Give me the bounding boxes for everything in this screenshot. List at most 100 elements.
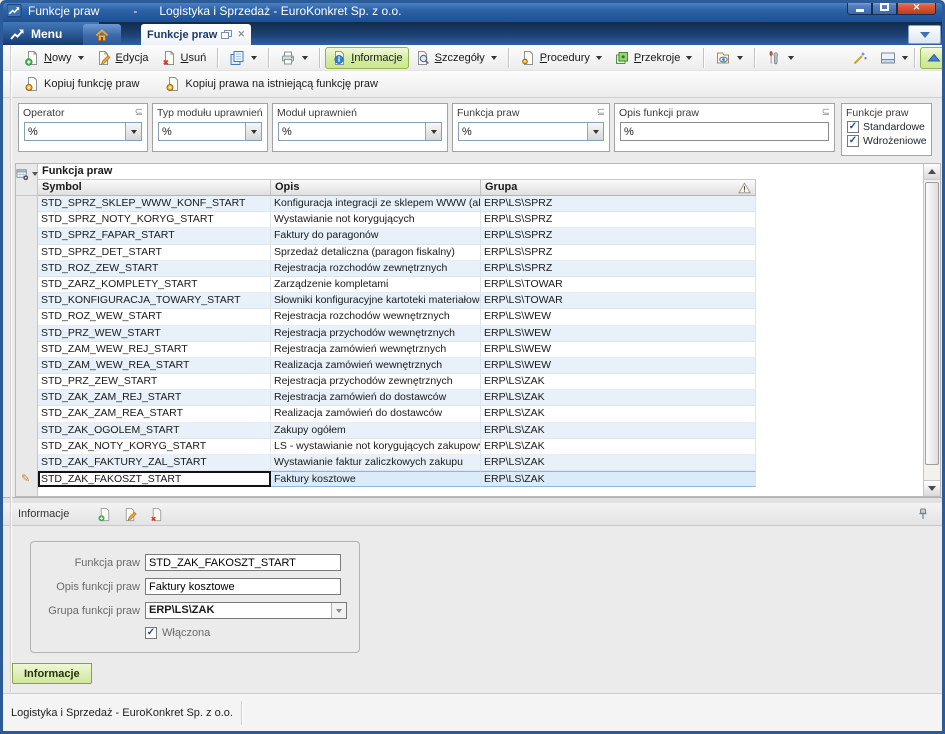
dropdown-button[interactable] xyxy=(125,123,141,140)
cell-opis[interactable]: Realizacja zamówień wewnętrznych xyxy=(271,357,481,375)
table-row[interactable]: STD_ZAM_WEW_REA_START Realizacja zamówień… xyxy=(38,357,756,375)
cell-grupa[interactable]: ERP\LS\SPRZ xyxy=(481,196,756,213)
table-row[interactable]: STD_SPRZ_NOTY_KORYG_START Wystawianie not… xyxy=(38,212,756,229)
condition-icon[interactable]: ⊆ xyxy=(597,107,605,117)
chevron-down-icon[interactable] xyxy=(490,55,497,60)
cell-symbol[interactable]: STD_SPRZ_SKLEP_WWW_KONF_START xyxy=(38,196,271,213)
home-tab[interactable] xyxy=(83,24,121,45)
table-row[interactable]: STD_ZAK_ZAM_REA_START Realizacja zamówień… xyxy=(38,406,756,423)
function-filter-combo[interactable]: % xyxy=(458,122,604,141)
filter-checkbox-wdrożeniowe[interactable]: Wdrożeniowe xyxy=(842,133,931,147)
tools-button[interactable] xyxy=(760,47,800,69)
dropdown-button[interactable] xyxy=(587,123,603,140)
cell-grupa[interactable]: ERP\LS\SPRZ xyxy=(481,244,756,261)
cell-opis[interactable]: Rejestracja rozchodów zewnętrznych xyxy=(271,260,481,277)
chevron-down-icon[interactable] xyxy=(251,55,258,60)
funkcja-praw-input[interactable] xyxy=(145,554,341,571)
cell-opis[interactable]: Konfiguracja integracji ze sklepem WWW (… xyxy=(271,196,481,213)
column-header-symbol[interactable]: Symbol xyxy=(38,180,271,196)
edit-record-button[interactable] xyxy=(123,507,138,522)
column-header-grupa[interactable]: Grupa xyxy=(481,180,756,196)
chevron-down-icon[interactable] xyxy=(302,55,309,60)
cell-grupa[interactable]: ERP\LS\WEW xyxy=(481,325,756,342)
cell-opis[interactable]: Rejestracja rozchodów wewnętrznych xyxy=(271,309,481,326)
cell-symbol[interactable]: STD_SPRZ_NOTY_KORYG_START xyxy=(38,212,271,229)
operator-filter-combo[interactable]: % xyxy=(24,122,142,141)
cell-symbol[interactable]: STD_ROZ_WEW_START xyxy=(38,309,271,326)
print-button[interactable] xyxy=(274,47,314,69)
scroll-up-button[interactable] xyxy=(924,164,940,180)
cell-symbol[interactable]: STD_ZAM_WEW_REA_START xyxy=(38,357,271,375)
cell-grupa[interactable]: ERP\LS\ZAK xyxy=(481,471,756,488)
delete-record-button[interactable] xyxy=(149,507,164,522)
cell-symbol[interactable]: STD_KONFIGURACJA_TOWARY_START xyxy=(38,293,271,310)
scroll-thumb[interactable] xyxy=(925,182,939,465)
table-row[interactable]: STD_ZAK_FAKTURY_ZAL_START Wystawianie fak… xyxy=(38,455,756,472)
add-record-button[interactable] xyxy=(97,507,112,522)
layout-button[interactable] xyxy=(874,47,914,69)
chevron-down-icon[interactable] xyxy=(788,55,795,60)
cell-symbol[interactable]: STD_SPRZ_FAPAR_START xyxy=(38,228,271,245)
cell-opis[interactable]: Sprzedaż detaliczna (paragon fiskalny) xyxy=(271,244,481,261)
table-row[interactable]: STD_PRZ_ZEW_START Rejestracja przychodów … xyxy=(38,374,756,391)
table-row[interactable]: STD_KONFIGURACJA_TOWARY_START Słowniki ko… xyxy=(38,293,756,310)
cell-grupa[interactable]: ERP\LS\ZAK xyxy=(481,455,756,472)
cell-opis[interactable]: Rejestracja zamówień wewnętrznych xyxy=(271,341,481,358)
table-row[interactable]: STD_ZARZ_KOMPLETY_START Zarządzenie kompl… xyxy=(38,276,756,294)
table-row[interactable]: STD_ZAM_WEW_REJ_START Rejestracja zamówie… xyxy=(38,341,756,358)
table-row[interactable]: STD_ROZ_ZEW_START Rejestracja rozchodów z… xyxy=(38,260,756,277)
new-button[interactable]: Nowy xyxy=(18,47,90,69)
condition-icon[interactable]: ⊆ xyxy=(822,107,830,117)
procedures-button[interactable]: Procedury xyxy=(514,47,608,69)
sections-button[interactable]: Przekroje xyxy=(608,47,698,69)
cell-grupa[interactable]: ERP\LS\ZAK xyxy=(481,390,756,407)
table-row[interactable]: STD_SPRZ_DET_START Sprzedaż detaliczna (p… xyxy=(38,244,756,261)
cell-grupa[interactable]: ERP\LS\SPRZ xyxy=(481,228,756,245)
cell-opis[interactable]: Faktury do paragonów xyxy=(271,228,481,245)
undock-tab-icon[interactable] xyxy=(221,30,233,39)
opis-funkcji-input[interactable] xyxy=(145,578,341,595)
info-button[interactable]: Informacje xyxy=(325,46,409,69)
chevron-down-icon[interactable] xyxy=(737,55,744,60)
cell-symbol[interactable]: STD_ZAK_FAKOSZT_START xyxy=(38,471,271,488)
chevron-down-icon[interactable] xyxy=(77,55,84,60)
chevron-down-icon[interactable] xyxy=(902,55,909,60)
dropdown-button[interactable] xyxy=(425,123,441,140)
description-filter-input[interactable]: % xyxy=(620,122,829,141)
cell-opis[interactable]: Rejestracja przychodów wewnętrznych xyxy=(271,325,481,342)
cell-grupa[interactable]: ERP\LS\WEW xyxy=(481,309,756,326)
table-row[interactable]: STD_ZAK_FAKOSZT_START Faktury kosztowe ERP… xyxy=(38,471,756,488)
edit-button[interactable]: Edycja xyxy=(90,47,155,69)
dropdown-button[interactable] xyxy=(331,603,346,618)
filter-checkbox-standardowe[interactable]: Standardowe xyxy=(842,119,931,133)
details-button[interactable]: Szczegóły xyxy=(409,47,503,69)
table-row[interactable]: STD_ROZ_WEW_START Rejestracja rozchodów w… xyxy=(38,309,756,326)
scroll-down-button[interactable] xyxy=(924,480,940,496)
cell-symbol[interactable]: STD_SPRZ_DET_START xyxy=(38,244,271,261)
cell-grupa[interactable]: ERP\LS\SPRZ xyxy=(481,212,756,229)
table-row[interactable]: STD_ZAK_NOTY_KORYG_START LS - wystawianie… xyxy=(38,438,756,455)
tab-informacje-bottom[interactable]: Informacje xyxy=(12,663,92,684)
table-row[interactable]: STD_ZAK_OGOLEM_START Zakupy ogółem ERP\LS\… xyxy=(38,422,756,439)
close-tab-icon[interactable]: ✕ xyxy=(237,29,245,40)
cell-opis[interactable]: Zarządzenie kompletami xyxy=(271,276,481,294)
copy-function-button[interactable]: Kopiuj funkcję praw xyxy=(18,73,145,95)
cell-opis[interactable]: Realizacja zamówień do dostawców xyxy=(271,406,481,423)
cell-opis[interactable]: LS - wystawianie not korygujących zakupo… xyxy=(271,438,481,455)
table-row[interactable]: STD_PRZ_WEW_START Rejestracja przychodów … xyxy=(38,325,756,342)
cell-grupa[interactable]: ERP\LS\ZAK xyxy=(481,438,756,455)
collapse-panel-button[interactable] xyxy=(920,46,945,69)
grid-settings-button[interactable] xyxy=(15,164,38,196)
condition-icon[interactable]: ⊆ xyxy=(135,107,143,117)
close-button[interactable]: ✕ xyxy=(897,0,936,15)
cell-grupa[interactable]: ERP\LS\ZAK xyxy=(481,422,756,439)
pin-icon[interactable] xyxy=(916,507,930,521)
cell-grupa[interactable]: ERP\LS\ZAK xyxy=(481,406,756,423)
cell-grupa[interactable]: ERP\LS\SPRZ xyxy=(481,260,756,277)
cell-symbol[interactable]: STD_ZAM_WEW_REJ_START xyxy=(38,341,271,358)
copy-button[interactable] xyxy=(223,47,263,69)
dropdown-button[interactable] xyxy=(245,123,261,140)
module-filter-combo[interactable]: % xyxy=(278,122,442,141)
preview-button[interactable] xyxy=(709,47,749,69)
cell-symbol[interactable]: STD_PRZ_WEW_START xyxy=(38,325,271,342)
